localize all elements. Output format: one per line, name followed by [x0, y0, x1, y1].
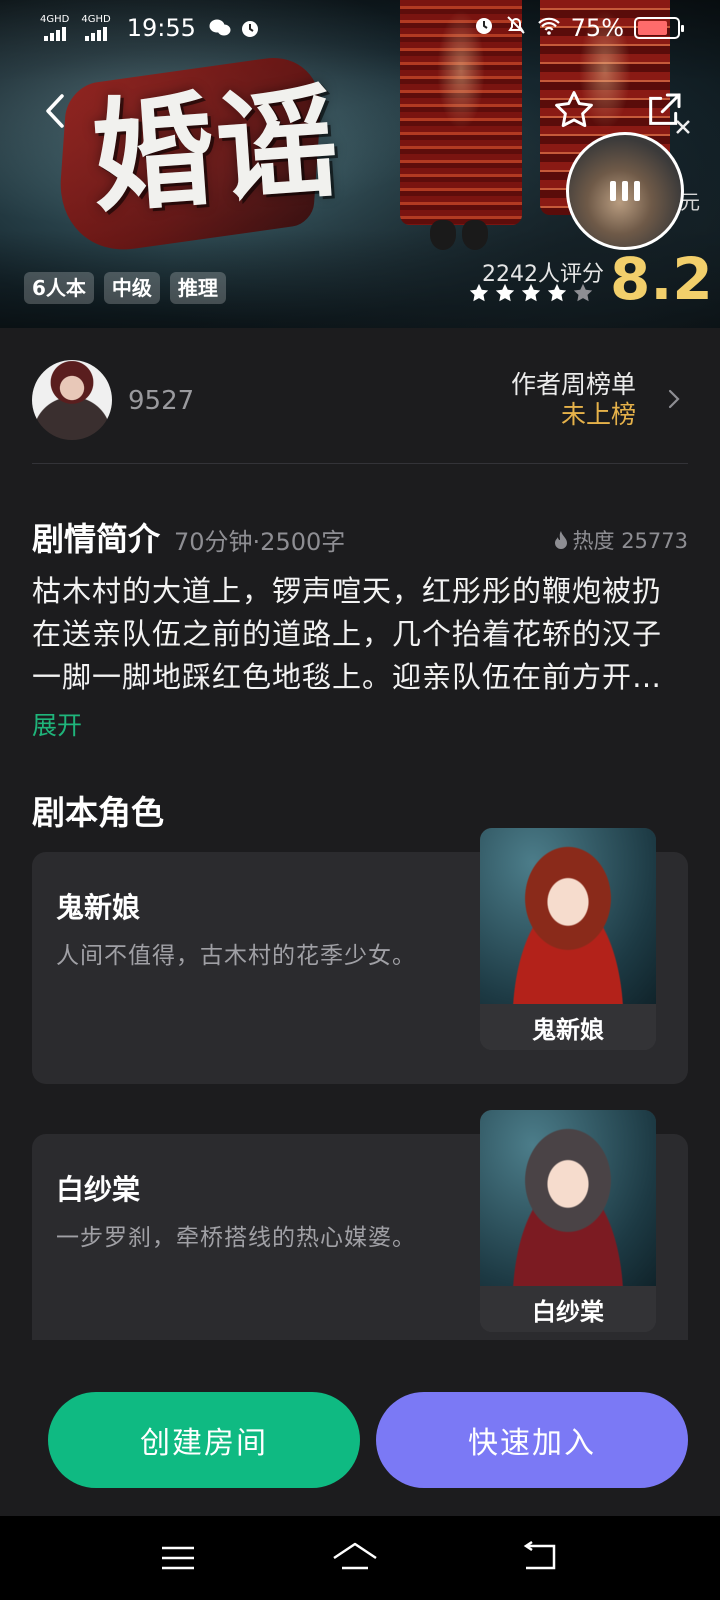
star-filled-icon	[547, 283, 567, 302]
star-filled-icon	[469, 283, 489, 302]
clock: 19:55	[126, 14, 196, 42]
role-portrait-label: 白纱棠	[480, 1286, 656, 1332]
status-right: 75%	[473, 14, 684, 42]
alarm-icon	[473, 14, 495, 42]
battery-icon	[634, 17, 684, 39]
rating-score: 8.2	[610, 245, 713, 313]
wechat-icon	[208, 16, 232, 40]
back-nav-icon[interactable]	[518, 1538, 568, 1578]
hero-banner: 婚谣 4GHD 4GHD 19:55 75% 元 6人本 中级 推理 2242人…	[0, 0, 720, 328]
flame-icon	[554, 531, 567, 549]
home-icon[interactable]	[330, 1538, 380, 1578]
synopsis-header: 剧情简介 70分钟·2500字 热度 25773	[32, 514, 688, 558]
star-filled-icon	[521, 283, 541, 302]
create-room-button[interactable]: 创建房间	[48, 1392, 360, 1488]
wifi-icon	[537, 14, 561, 42]
battery-percent: 75%	[570, 14, 624, 42]
star-outline-icon	[555, 91, 593, 128]
hero-shoe	[430, 220, 456, 250]
role-description: 人间不值得，古木村的花季少女。	[56, 943, 416, 969]
role-portrait[interactable]: 鬼新娘	[480, 828, 656, 1050]
star-filled-icon	[495, 283, 515, 302]
chevron-right-icon[interactable]	[664, 384, 684, 414]
script-tags: 6人本 中级 推理	[24, 272, 226, 304]
pause-icon	[622, 181, 628, 201]
role-description: 一步罗刹，牵桥搭线的热心媒婆。	[56, 1225, 416, 1251]
expand-synopsis-button[interactable]: 展开	[32, 706, 82, 742]
tag-genre: 推理	[169, 272, 226, 304]
sim1-label: 4GHD	[40, 14, 70, 25]
author-weekly-rank[interactable]: 作者周榜单 未上榜	[511, 370, 636, 430]
author-name[interactable]: 9527	[128, 386, 194, 416]
hero-shoe	[462, 220, 488, 250]
status-bar: 4GHD 4GHD 19:55 75%	[0, 0, 720, 56]
floating-audio-player[interactable]	[566, 132, 684, 250]
synopsis-meta: 70分钟·2500字	[174, 528, 346, 556]
heat-value: 热度 25773	[572, 529, 688, 553]
role-portrait-label: 鬼新娘	[480, 1004, 656, 1050]
role-name: 鬼新娘	[56, 891, 141, 924]
menu-icon[interactable]	[158, 1538, 208, 1578]
weekly-rank-value: 未上榜	[560, 400, 636, 429]
back-button[interactable]	[36, 88, 76, 134]
synopsis-text: 枯木村的大道上，锣声喧天，红彤彤的鞭炮被扔在送亲队伍之前的道路上，几个抬着花轿的…	[32, 574, 663, 694]
pause-icon	[610, 181, 616, 201]
quick-join-button[interactable]: 快速加入	[376, 1392, 688, 1488]
script-title: 婚谣	[87, 68, 345, 230]
tag-players: 6人本	[24, 272, 94, 304]
signal-icon	[43, 27, 66, 41]
signal-sim1: 4GHD	[40, 15, 69, 41]
sim2-label: 4GHD	[81, 14, 111, 25]
role-portrait[interactable]: 白纱棠	[480, 1110, 656, 1332]
roles-section-title: 剧本角色	[32, 793, 164, 832]
role-portrait-image	[480, 828, 656, 1004]
favorite-button[interactable]	[552, 88, 596, 132]
mute-icon	[505, 14, 527, 42]
timer-icon	[238, 16, 262, 40]
rating-stars	[468, 282, 594, 304]
heat-indicator: 热度 25773	[553, 525, 688, 555]
close-icon	[676, 120, 690, 134]
author-row[interactable]: 9527 作者周榜单 未上榜	[32, 356, 688, 464]
pause-icon	[634, 181, 640, 201]
role-portrait-image	[480, 1110, 656, 1286]
author-avatar[interactable]	[32, 360, 112, 440]
signal-icon	[85, 27, 108, 41]
floating-player-close-button[interactable]	[668, 112, 698, 142]
weekly-rank-label: 作者周榜单	[510, 370, 636, 399]
tag-level: 中级	[103, 272, 160, 304]
role-name: 白纱棠	[56, 1173, 141, 1206]
synopsis-title: 剧情简介	[32, 520, 161, 558]
signal-sim2: 4GHD	[81, 14, 111, 41]
system-nav-bar	[0, 1516, 720, 1600]
star-empty-icon	[573, 283, 593, 302]
